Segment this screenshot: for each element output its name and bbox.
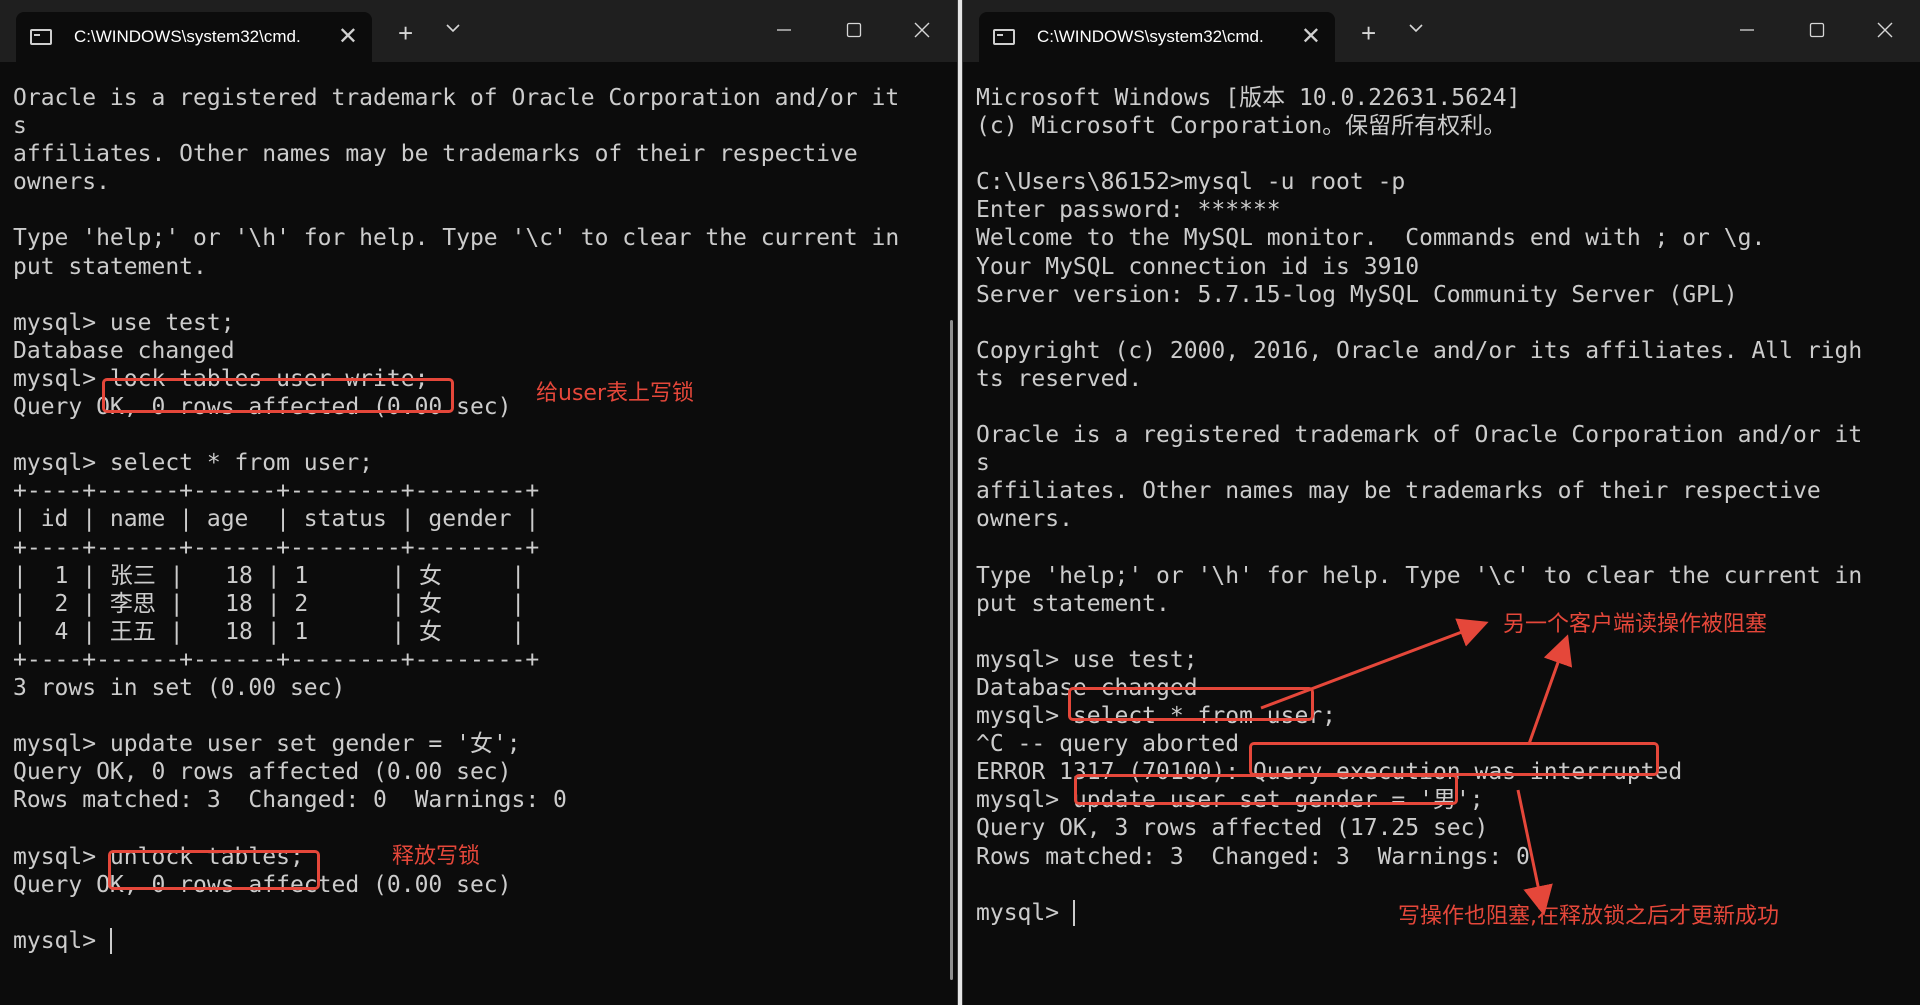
terminal-tab[interactable]: C:\WINDOWS\system32\cmd. ✕: [16, 12, 372, 62]
terminal-line: Type 'help;' or '\h' for help. Type '\c'…: [13, 225, 900, 252]
terminal-line: mysql> select * from user;: [13, 450, 374, 477]
terminal-line: +----+------+------+--------+--------+: [13, 478, 540, 505]
plus-icon[interactable]: +: [398, 20, 413, 46]
left-terminal-window: C:\WINDOWS\system32\cmd. ✕ + Oracle is a…: [0, 0, 958, 1005]
terminal-line: | 4 | 王五 | 18 | 1 | 女 |: [13, 618, 526, 645]
annotation-read-blocked: 另一个客户端读操作被阻塞: [1503, 612, 1768, 637]
tab-title: C:\WINDOWS\system32\cmd.: [74, 27, 301, 46]
terminal-line: put statement.: [13, 253, 207, 280]
minimize-icon[interactable]: [776, 22, 792, 38]
annotation-write-blocked: 写操作也阻塞,在释放锁之后才更新成功: [1398, 904, 1779, 929]
terminal-line: Query OK, 0 rows affected (0.00 sec): [13, 759, 512, 786]
terminal-line: owners.: [13, 169, 110, 196]
highlight-lock-command: [102, 378, 454, 413]
terminal-line: Database changed: [13, 337, 235, 364]
terminal-line: mysql> use test;: [13, 309, 235, 336]
close-icon[interactable]: ✕: [338, 25, 358, 49]
terminal-line: affiliates. Other names may be trademark…: [13, 141, 858, 168]
terminal-output[interactable]: Oracle is a registered trademark of Orac…: [13, 84, 899, 955]
window-close-icon[interactable]: [914, 22, 930, 38]
annotation-lock: 给user表上写锁: [536, 381, 694, 406]
terminal-line: mysql>: [13, 927, 112, 955]
chevron-down-icon[interactable]: [446, 24, 460, 33]
title-bar: C:\WINDOWS\system32\cmd. ✕ +: [0, 0, 957, 62]
terminal-line: mysql> update user set gender = '女';: [13, 731, 521, 758]
scrollbar[interactable]: [950, 320, 953, 980]
text-cursor: [109, 928, 112, 955]
terminal-line: Rows matched: 3 Changed: 0 Warnings: 0: [13, 787, 567, 814]
terminal-line: | 2 | 李思 | 18 | 2 | 女 |: [13, 590, 526, 617]
annotation-arrows: [1260, 618, 1573, 916]
highlight-unlock-command: [108, 850, 320, 890]
terminal-line: | id | name | age | status | gender |: [13, 506, 540, 533]
terminal-line: Oracle is a registered trademark of Orac…: [13, 85, 900, 111]
right-terminal-window: C:\WINDOWS\system32\cmd. ✕ + Microsoft W…: [962, 0, 1920, 1005]
terminal-line: | 1 | 张三 | 18 | 1 | 女 |: [13, 562, 526, 589]
terminal-line: +----+------+------+--------+--------+: [13, 646, 540, 673]
terminal-line: 3 rows in set (0.00 sec): [13, 674, 346, 701]
maximize-icon[interactable]: [846, 22, 862, 38]
console-icon: [30, 29, 52, 45]
terminal-line: +----+------+------+--------+--------+: [13, 534, 540, 561]
terminal-line: s: [13, 113, 27, 140]
annotation-unlock: 释放写锁: [392, 844, 481, 869]
